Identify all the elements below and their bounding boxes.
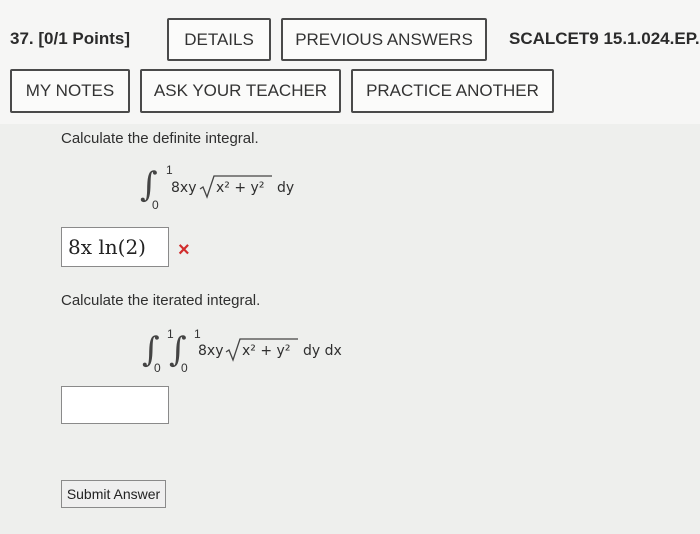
part1-answer-value: 8x ln(2) [68, 235, 146, 259]
part2-answer-field[interactable] [61, 386, 169, 424]
inner-upper-limit: 1 [194, 327, 201, 341]
practice-another-button[interactable]: PRACTICE ANOTHER [351, 69, 554, 113]
outer-lower-limit: 0 [154, 361, 161, 375]
integrand: 8xy [171, 180, 197, 196]
incorrect-icon: × [178, 239, 190, 261]
submit-answer-button[interactable]: Submit Answer [61, 480, 166, 508]
upper-limit: 1 [166, 163, 173, 177]
question-body [0, 124, 700, 534]
integral-sign: ∫ [140, 165, 158, 205]
previous-answers-button[interactable]: PREVIOUS ANSWERS [281, 18, 487, 61]
part1-answer-field[interactable]: 8x ln(2) [61, 227, 169, 267]
question-number: 37. [0/1 Points] [10, 29, 130, 48]
lower-limit: 0 [152, 198, 159, 212]
differential: dy dx [303, 343, 342, 359]
details-button[interactable]: DETAILS [167, 18, 271, 61]
inner-lower-limit: 0 [181, 361, 188, 375]
part1-prompt: Calculate the definite integral. [61, 130, 259, 147]
part2-prompt: Calculate the iterated integral. [61, 292, 261, 309]
radicand: x² + y² [216, 180, 265, 196]
ask-your-teacher-button[interactable]: ASK YOUR TEACHER [140, 69, 341, 113]
my-notes-button[interactable]: MY NOTES [10, 69, 130, 113]
integrand: 8xy [198, 343, 224, 359]
differential: dy [277, 180, 295, 196]
question-header: 37. [0/1 Points] DETAILS PREVIOUS ANSWER… [0, 0, 700, 124]
problem-code: SCALCET9 15.1.024.EP. [509, 29, 700, 48]
radicand: x² + y² [242, 343, 291, 359]
